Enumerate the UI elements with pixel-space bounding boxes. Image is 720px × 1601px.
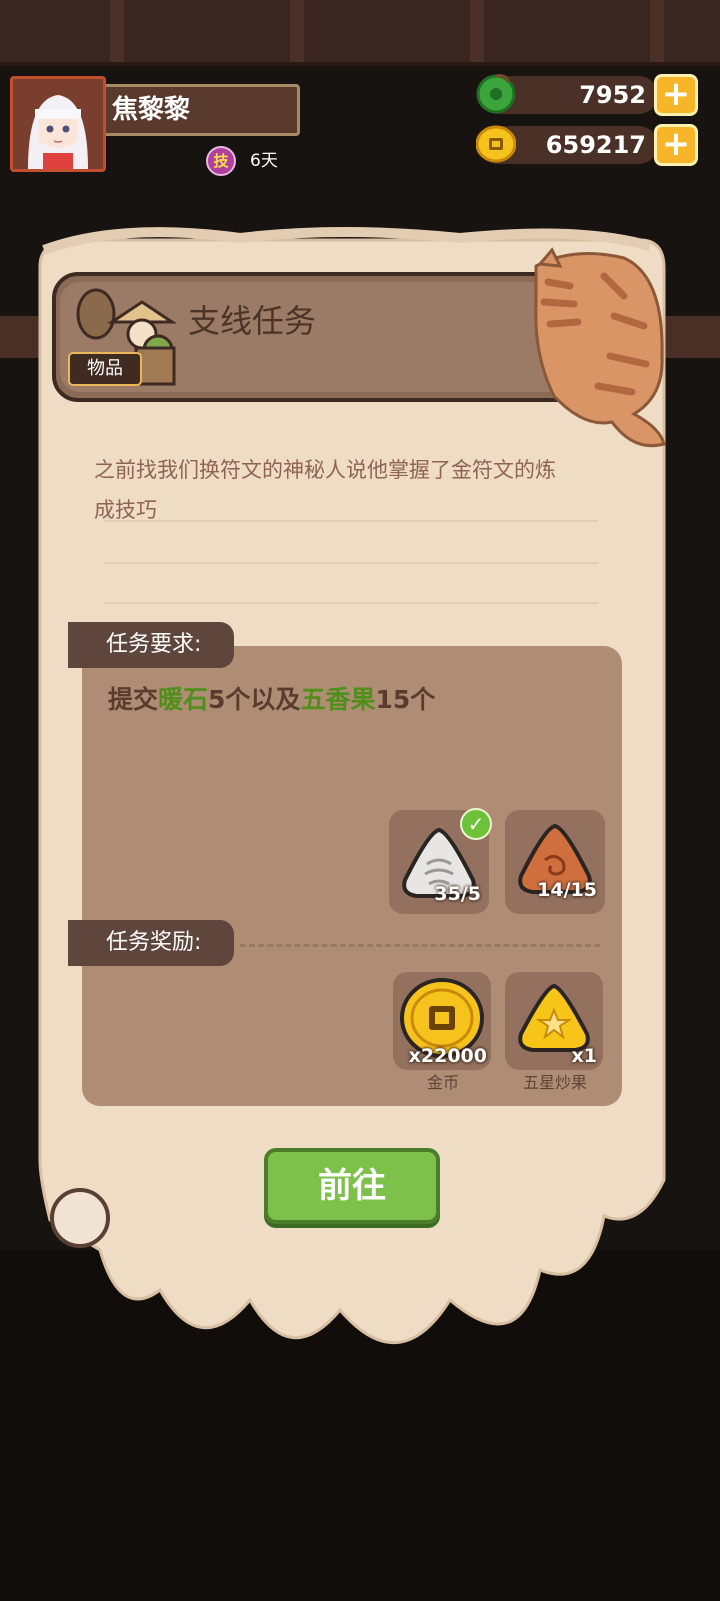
rewards-divider (240, 944, 600, 947)
fruit-reward-name: 五星炒果 (522, 1073, 587, 1092)
req-item-warm-stone: 暖石 (158, 685, 209, 714)
ruled-line (104, 562, 598, 564)
completed-check-icon: ✓ (460, 808, 492, 840)
panel-title: 支线任务 (188, 302, 317, 340)
requirements-text: 提交暖石5个以及五香果15个 (108, 680, 435, 720)
req-text-suffix: 15个 (375, 685, 436, 714)
story-line-2: 成技巧 (94, 498, 157, 522)
spice-fruit-progress: 14/15 (537, 879, 597, 901)
tabby-cat-icon (534, 247, 666, 448)
ruled-line (104, 520, 598, 522)
ruled-line (104, 602, 598, 604)
rewards-header: 任务奖励: (68, 920, 234, 966)
go-button[interactable]: 前往 (264, 1148, 440, 1224)
story-text: 之前找我们换符文的神秘人说他掌握了金符文的炼 成技巧 (94, 450, 614, 530)
req-item-spice-fruit: 五香果 (300, 685, 376, 714)
req-text-mid: 5个以及 (208, 685, 301, 714)
coin-reward-count: x22000 (408, 1045, 487, 1067)
items-tag[interactable]: 物品 (68, 352, 142, 386)
req-text-prefix: 提交 (108, 685, 159, 714)
story-line-1: 之前找我们换符文的神秘人说他掌握了金符文的炼 (94, 458, 556, 482)
warm-stone-progress: 35/5 (434, 883, 481, 905)
coin-reward-name: 金币 (426, 1073, 459, 1092)
fruit-reward-count: x1 (571, 1045, 597, 1067)
requirements-header: 任务要求: (68, 622, 234, 668)
